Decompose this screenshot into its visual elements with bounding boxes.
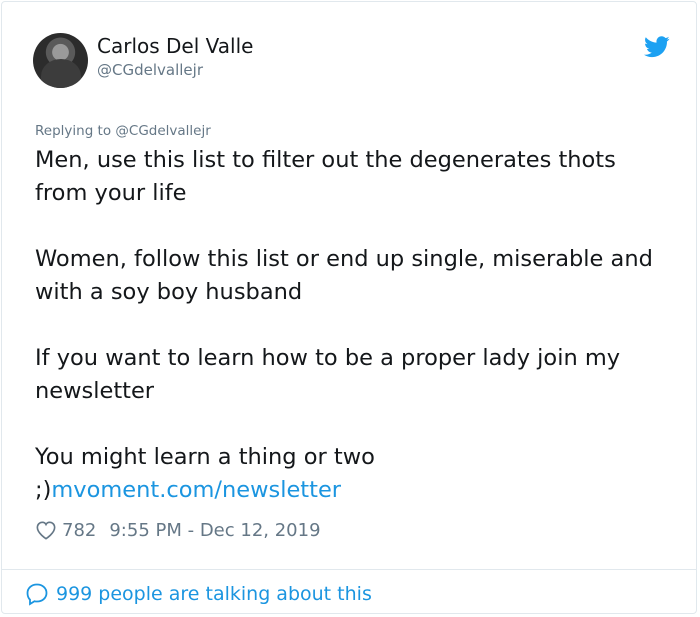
replying-prefix: Replying to — [35, 123, 112, 139]
newsletter-link[interactable]: mvoment.com/newsletter — [51, 477, 341, 503]
timestamp[interactable]: 9:55 PM - Dec 12, 2019 — [109, 520, 320, 541]
tweet-paragraph-1: Men, use this list to filter out the deg… — [35, 147, 616, 206]
avatar[interactable] — [33, 33, 88, 88]
conversation-link[interactable]: 999 people are talking about this — [25, 580, 372, 608]
tweet-wink: ;) — [35, 477, 52, 503]
conversation-text[interactable]: 999 people are talking about this — [56, 583, 372, 605]
divider — [2, 569, 696, 570]
author-handle[interactable]: @CGdelvallejr — [97, 61, 203, 79]
like-count[interactable]: 782 — [62, 520, 96, 541]
speech-bubble-icon — [26, 583, 48, 606]
replying-to: Replying to @CGdelvallejr — [35, 123, 211, 139]
heart-icon[interactable] — [35, 520, 57, 540]
tweet-meta: 782 9:55 PM - Dec 12, 2019 — [35, 518, 321, 542]
tweet-text: Men, use this list to filter out the deg… — [35, 144, 675, 507]
tweet-paragraph-2: Women, follow this list or end up single… — [35, 246, 653, 305]
twitter-bird-icon[interactable] — [644, 36, 670, 58]
author-name[interactable]: Carlos Del Valle — [97, 34, 253, 58]
tweet-card: Carlos Del Valle @CGdelvallejr Replying … — [1, 1, 697, 614]
replying-mention[interactable]: @CGdelvallejr — [115, 123, 210, 139]
tweet-paragraph-4-text: You might learn a thing or two — [35, 444, 375, 470]
tweet-paragraph-4: You might learn a thing or two ;)mvoment… — [35, 441, 675, 507]
tweet-paragraph-3: If you want to learn how to be a proper … — [35, 345, 621, 404]
avatar-silhouette — [41, 59, 81, 88]
